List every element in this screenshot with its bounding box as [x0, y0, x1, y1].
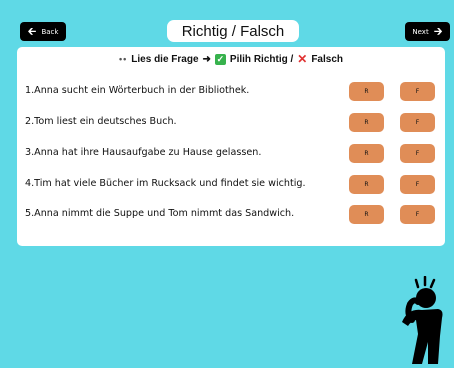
- next-button-label: Next: [412, 27, 429, 36]
- falsch-button[interactable]: F: [400, 175, 435, 194]
- arrow-right-icon: 🡲: [433, 25, 443, 38]
- richtig-button[interactable]: R: [349, 205, 384, 224]
- question-text: 4.Tim hat viele Bücher im Rucksack und f…: [25, 178, 306, 189]
- arrow-left-icon: 🡰: [27, 25, 37, 38]
- question-card: •• Lies die Frage ➜ ✓ Pilih Richtig / ✕ …: [17, 47, 445, 246]
- richtig-button[interactable]: R: [349, 144, 384, 163]
- top-bar: 🡰 Back Richtig / Falsch Next 🡲: [0, 0, 454, 46]
- question-text: 3.Anna hat ihre Hausaufgabe zu Hause gel…: [25, 147, 262, 158]
- cross-icon: ✕: [297, 52, 308, 66]
- question-row: 1.Anna sucht ein Wörterbuch in der Bibli…: [25, 82, 440, 102]
- falsch-button[interactable]: F: [400, 205, 435, 224]
- question-row: 5.Anna nimmt die Suppe und Tom nimmt das…: [25, 205, 440, 225]
- instruction-part3: Falsch: [311, 53, 344, 65]
- instruction-dots: ••: [118, 54, 128, 64]
- question-row: 3.Anna hat ihre Hausaufgabe zu Hause gel…: [25, 144, 440, 164]
- richtig-button[interactable]: R: [349, 82, 384, 101]
- instruction-arrow: ➜: [202, 53, 211, 65]
- richtig-button[interactable]: R: [349, 113, 384, 132]
- instruction: •• Lies die Frage ➜ ✓ Pilih Richtig / ✕ …: [17, 51, 445, 67]
- falsch-button[interactable]: F: [400, 113, 435, 132]
- question-text: 1.Anna sucht ein Wörterbuch in der Bibli…: [25, 85, 250, 96]
- question-row: 4.Tim hat viele Bücher im Rucksack und f…: [25, 175, 440, 195]
- question-row: 2.Tom liest ein deutsches Buch. R F: [25, 113, 440, 133]
- richtig-button[interactable]: R: [349, 175, 384, 194]
- check-box-icon: ✓: [214, 53, 226, 65]
- back-button[interactable]: 🡰 Back: [20, 22, 66, 41]
- page-title: Richtig / Falsch: [167, 20, 299, 42]
- question-text: 2.Tom liest ein deutsches Buch.: [25, 116, 177, 127]
- instruction-part2: Pilih Richtig /: [229, 53, 294, 65]
- instruction-part1: Lies die Frage: [131, 53, 199, 65]
- confused-person-icon: [398, 275, 450, 368]
- falsch-button[interactable]: F: [400, 82, 435, 101]
- question-text: 5.Anna nimmt die Suppe und Tom nimmt das…: [25, 208, 295, 219]
- back-button-label: Back: [41, 27, 59, 36]
- falsch-button[interactable]: F: [400, 144, 435, 163]
- next-button[interactable]: Next 🡲: [405, 22, 450, 41]
